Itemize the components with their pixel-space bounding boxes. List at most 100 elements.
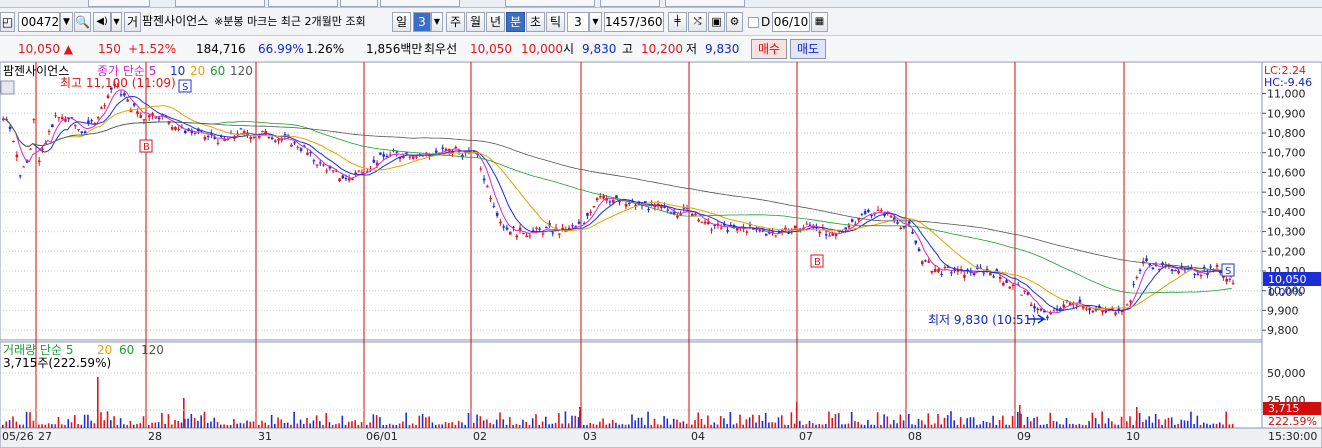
volume-bar: [44, 424, 47, 428]
buy-button[interactable]: 매수: [751, 39, 787, 59]
volume-bar: [12, 416, 14, 428]
stock-code-input[interactable]: 004720: [18, 12, 60, 32]
volume-bar: [515, 423, 518, 428]
low-marker-label: 최저 9,830 (10:51): [928, 313, 1036, 327]
volume-bar: [989, 422, 991, 428]
volume-bar: [299, 419, 302, 428]
code-dropdown-icon[interactable]: ▼: [60, 12, 73, 32]
high-marker-label: 최고 11,100 (11:09): [60, 76, 176, 90]
candle-body: [1036, 308, 1040, 311]
candle-body: [1177, 271, 1180, 274]
count-input[interactable]: 1457/3600: [604, 12, 664, 32]
save-icon[interactable]: ▣: [708, 12, 725, 32]
gear-icon[interactable]: ⚙: [726, 12, 743, 32]
volume-bar: [982, 420, 985, 428]
interval-dropdown-icon[interactable]: ▼: [589, 12, 602, 32]
volume-bar: [315, 415, 318, 428]
volume-bar: [627, 424, 630, 428]
volume-bar: [293, 411, 295, 428]
volume-bar: [1170, 417, 1173, 428]
chart-toolbar: ◰ 004720 ▼ 🔍 ◀) ▼ 거 팜젠사이언스 ※분봉 마크는 최근 2개…: [0, 8, 1322, 36]
candle-body: [139, 115, 143, 118]
period-week[interactable]: 주: [446, 12, 465, 32]
price-tick-label: 10,200: [1267, 245, 1306, 258]
period-day[interactable]: 일: [392, 12, 411, 32]
candle-body: [828, 235, 831, 237]
stock-chart[interactable]: 11,000 10,900 10,800 10,700 10,600 10,500 10,4…: [0, 62, 1322, 448]
compare-tool-icon[interactable]: ⤭: [688, 12, 707, 32]
candle-body: [784, 227, 787, 230]
price-tick-label: 10,800: [1267, 127, 1306, 140]
candle-body: [710, 229, 713, 231]
candle-tool-icon[interactable]: ╪: [668, 12, 687, 32]
menu-icon[interactable]: ◰: [0, 12, 15, 32]
top-tab[interactable]: [380, 0, 460, 7]
volume-bar: [236, 423, 238, 428]
top-tab[interactable]: [175, 0, 265, 7]
candle-body: [322, 164, 325, 166]
volume-bar: [953, 420, 955, 428]
period-second[interactable]: 초: [526, 12, 545, 32]
period-month[interactable]: 월: [466, 12, 485, 32]
volume-bar: [1148, 416, 1151, 428]
day-count[interactable]: 3: [413, 12, 431, 32]
volume-pane: [0, 341, 1263, 429]
period-tick[interactable]: 틱: [546, 12, 565, 32]
candle-body: [940, 273, 944, 275]
period-year[interactable]: 년: [486, 12, 505, 32]
volume-bar: [142, 416, 145, 428]
candle-body: [157, 117, 161, 120]
top-tab-strip: [0, 0, 1322, 8]
volume-bar: [880, 424, 882, 428]
high-label: 고: [622, 42, 634, 56]
calendar-icon[interactable]: ▦: [811, 12, 828, 32]
low-label: 저: [686, 42, 698, 56]
checkbox[interactable]: [748, 17, 759, 28]
price-tick-label: 10,700: [1267, 147, 1306, 160]
volume-bar: [995, 424, 998, 428]
volume-bar: [60, 424, 63, 428]
volume-bar: [1088, 421, 1090, 428]
date-input[interactable]: 06/10: [772, 12, 810, 32]
volume-bar: [151, 422, 153, 428]
candle-body: [624, 203, 628, 207]
price-tick-label: 10,500: [1267, 186, 1306, 199]
top-tab[interactable]: [505, 0, 595, 7]
sell-button[interactable]: 매도: [790, 39, 826, 59]
volume-bar: [15, 421, 18, 428]
volume-bar: [914, 424, 917, 428]
candle-body: [184, 130, 187, 133]
volume-bar: [723, 418, 725, 428]
candle-body: [502, 226, 506, 228]
volume-bar: [395, 424, 398, 428]
top-tab[interactable]: [268, 0, 338, 7]
volume-bar: [479, 416, 482, 428]
top-tab[interactable]: [88, 0, 150, 7]
volume-bar: [1042, 424, 1045, 428]
top-tab[interactable]: [340, 0, 378, 7]
volume-bar: [411, 423, 414, 428]
volume-bar: [1196, 415, 1199, 428]
candle-body: [924, 260, 927, 262]
volume-bar: [405, 412, 407, 428]
price-tick-label: 10,600: [1267, 166, 1306, 179]
top-tab[interactable]: [600, 0, 660, 7]
volume-bar: [896, 423, 898, 428]
speaker-icon[interactable]: ◀): [93, 12, 111, 32]
volume-bar: [25, 411, 28, 428]
day-dropdown-icon[interactable]: ▼: [431, 12, 443, 32]
candle-body: [992, 276, 995, 278]
interval-input[interactable]: 3: [567, 12, 589, 32]
volume-bar: [634, 420, 636, 428]
volume-bar: [694, 420, 696, 428]
search-icon[interactable]: 🔍: [74, 12, 91, 32]
volume-bar: [1059, 424, 1061, 428]
volume-bar: [174, 419, 176, 428]
speaker-dropdown-icon[interactable]: ▼: [111, 12, 122, 32]
volume-bar: [1142, 421, 1144, 428]
top-tab[interactable]: [665, 0, 745, 7]
period-minute[interactable]: 분: [506, 12, 525, 32]
view-button[interactable]: 거: [124, 12, 141, 32]
volume-bar: [713, 422, 716, 428]
candle-body: [344, 178, 348, 180]
